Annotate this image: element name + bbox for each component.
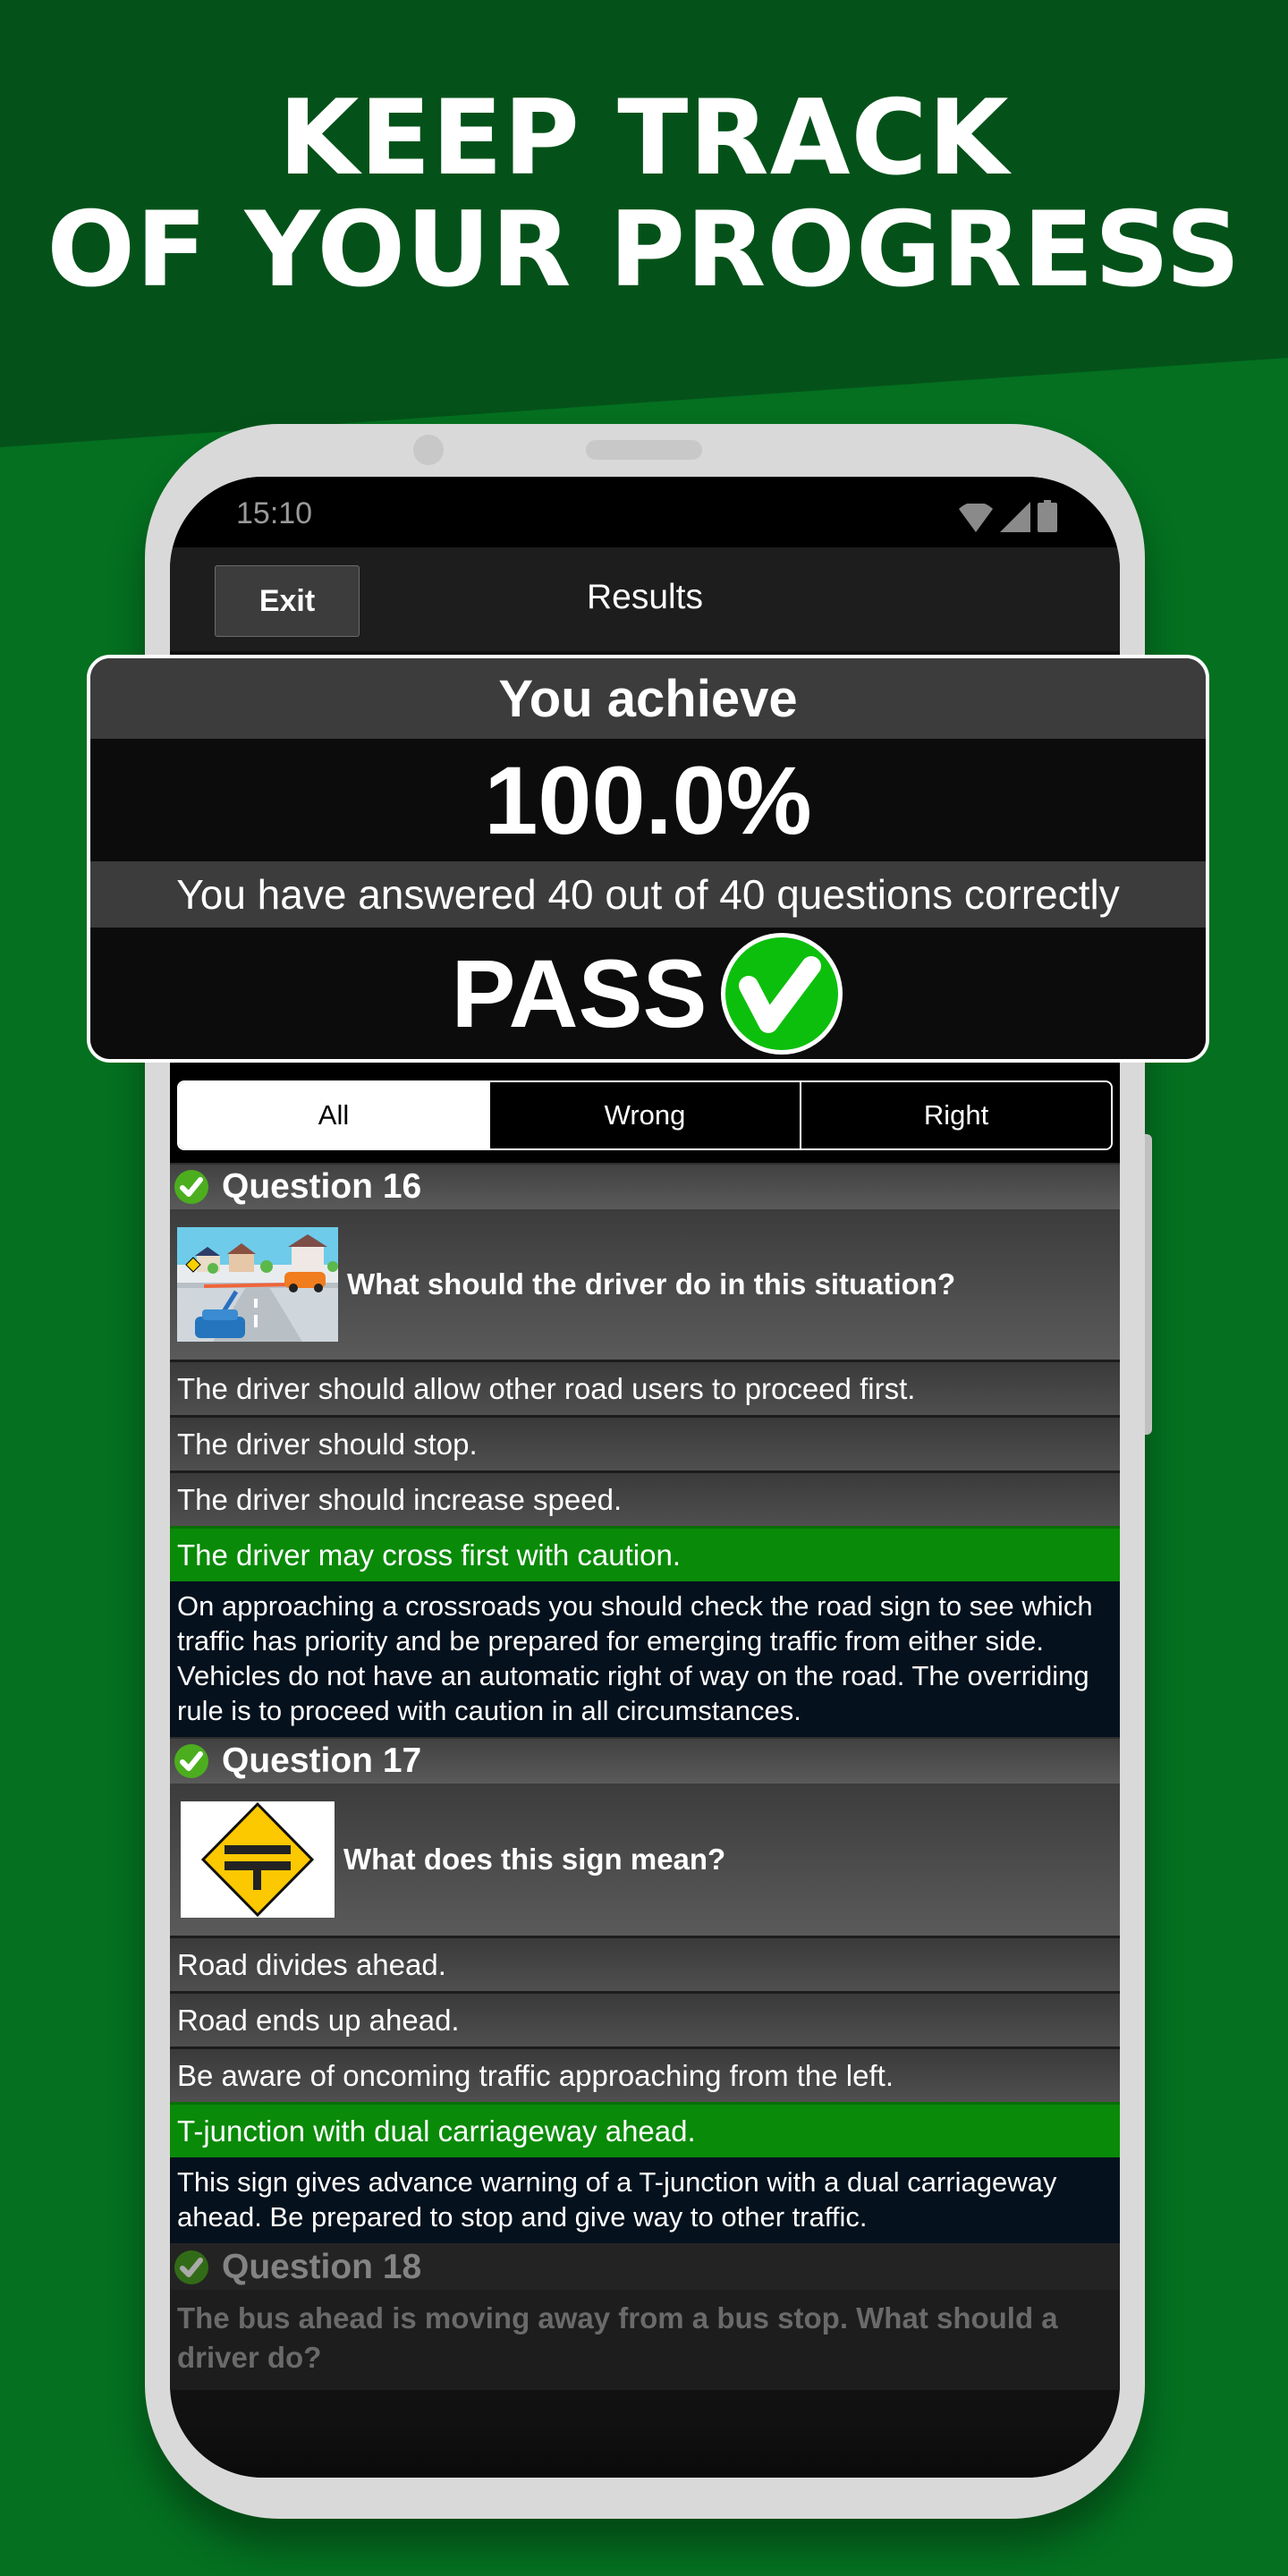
answer-option: Road ends up ahead.: [170, 1991, 1120, 2046]
crossroads-illustration-image: [177, 1227, 338, 1342]
question-title: Question 18: [222, 2248, 422, 2286]
page-title: Results: [586, 578, 704, 616]
tab-all[interactable]: All: [179, 1082, 488, 1148]
check-circle-icon: [174, 1170, 208, 1204]
promo-headline: KEEP TRACK OF YOUR PROGRESS: [0, 82, 1288, 306]
t-junction-sign-icon: [200, 1802, 315, 1917]
headline-line-1: KEEP TRACK: [278, 78, 1010, 199]
side-button: [1145, 1134, 1152, 1435]
question-text: What should the driver do in this situat…: [347, 1267, 956, 1301]
question-item: Question 17 What does this sign mean? Ro…: [170, 1737, 1120, 2243]
question-title: Question 17: [222, 1741, 422, 1780]
answer-option-correct: The driver may cross first with caution.: [170, 1526, 1120, 1581]
result-summary-card: You achieve 100.0% You have answered 40 …: [87, 655, 1209, 1063]
question-text: What does this sign mean?: [343, 1843, 726, 1876]
answer-option: The driver should increase speed.: [170, 1470, 1120, 1526]
question-item: Question 16 What should the driver do in…: [170, 1163, 1120, 1737]
question-header: Question 16: [170, 1163, 1120, 1209]
battery-icon: [1038, 500, 1057, 532]
question-header: Question 18: [170, 2243, 1120, 2290]
result-heading: You achieve: [90, 658, 1206, 739]
filter-tabs: All Wrong Right: [177, 1080, 1113, 1150]
result-score: 100.0%: [90, 739, 1206, 861]
question-title: Question 16: [222, 1167, 422, 1206]
headline-line-2: OF YOUR PROGRESS: [47, 190, 1241, 310]
question-item: Question 18 The bus ahead is moving away…: [170, 2243, 1120, 2390]
question-body: What should the driver do in this situat…: [170, 1209, 1120, 1360]
tab-right[interactable]: Right: [800, 1082, 1111, 1148]
scroll-fade: [170, 2424, 1120, 2478]
answer-option: Be aware of oncoming traffic approaching…: [170, 2046, 1120, 2102]
answer-option: The driver should allow other road users…: [170, 1360, 1120, 1415]
filter-tabs-container: All Wrong Right: [170, 1063, 1120, 1163]
question-header: Question 17: [170, 1737, 1120, 1784]
front-camera: [413, 435, 444, 465]
answer-explanation: On approaching a crossroads you should c…: [170, 1581, 1120, 1737]
result-verdict-row: PASS: [90, 928, 1206, 1059]
question-text: The bus ahead is moving away from a bus …: [170, 2290, 1120, 2390]
answer-explanation: This sign gives advance warning of a T-j…: [170, 2157, 1120, 2243]
top-nav-bar: Exit Results: [170, 547, 1120, 651]
check-circle-icon: [174, 2250, 208, 2284]
results-list[interactable]: All Wrong Right Question 16 What should …: [170, 1063, 1120, 2390]
answer-option: The driver should stop.: [170, 1415, 1120, 1470]
tab-wrong[interactable]: Wrong: [488, 1082, 800, 1148]
cellular-signal-icon: [1000, 502, 1030, 532]
status-time: 15:10: [236, 496, 313, 530]
wifi-icon: [959, 504, 993, 532]
result-summary: You have answered 40 out of 40 questions…: [90, 861, 1206, 928]
road-sign-image: [181, 1801, 335, 1918]
question-body: What does this sign mean?: [170, 1784, 1120, 1936]
status-bar: 15:10: [170, 477, 1120, 547]
answer-option: Road divides ahead.: [170, 1936, 1120, 1991]
result-verdict: PASS: [451, 939, 708, 1047]
check-circle-icon: [720, 932, 843, 1055]
status-icons: [959, 500, 1057, 532]
check-circle-icon: [174, 1744, 208, 1778]
earpiece-speaker: [586, 440, 702, 460]
answer-option-correct: T-junction with dual carriageway ahead.: [170, 2102, 1120, 2157]
